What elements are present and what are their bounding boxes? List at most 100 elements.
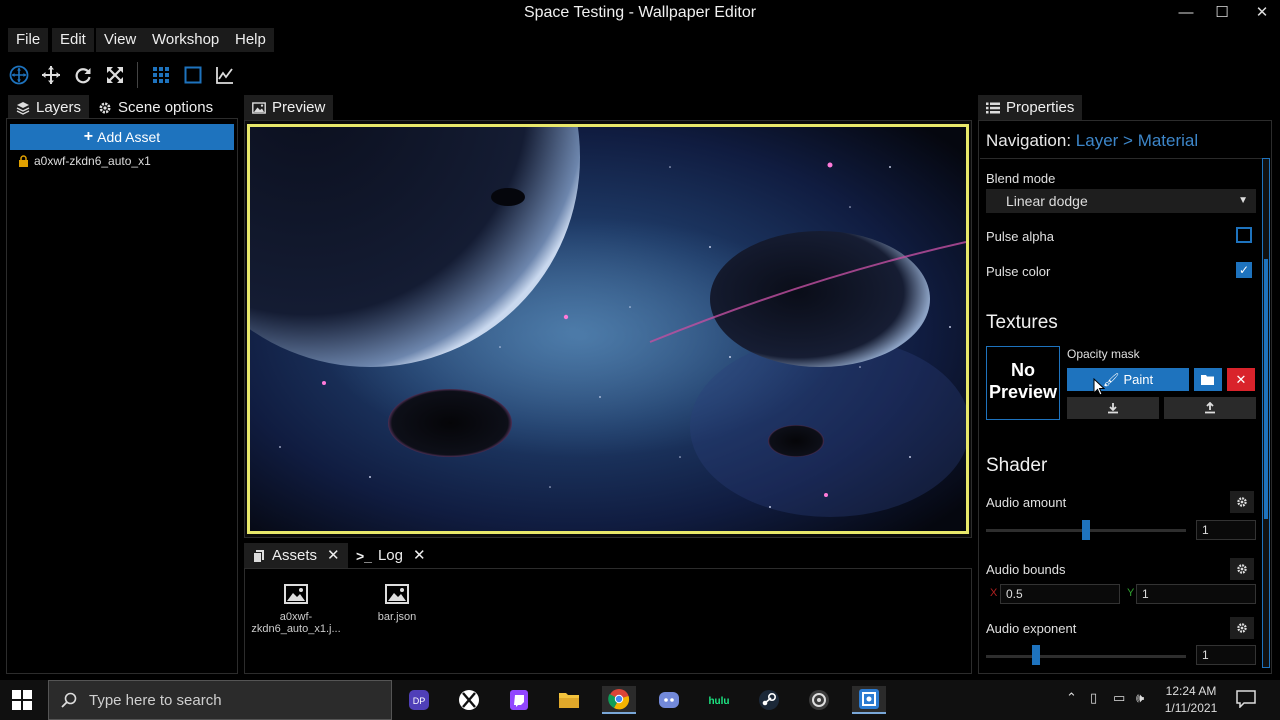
taskbar-app-discord[interactable]: [652, 686, 686, 714]
menu-edit[interactable]: Edit: [52, 28, 94, 52]
window-title: Space Testing - Wallpaper Editor: [523, 4, 757, 21]
blend-mode-value: Linear dodge: [1006, 193, 1088, 209]
taskbar-app-game[interactable]: [802, 686, 836, 714]
bounds-toggle-button[interactable]: [180, 62, 206, 88]
pulse-color-checkbox[interactable]: ✓: [1236, 262, 1252, 278]
grid-toggle-button[interactable]: [148, 62, 174, 88]
rotate-tool-button[interactable]: [70, 62, 96, 88]
properties-scrollbar[interactable]: [1262, 158, 1270, 668]
export-texture-button[interactable]: [1164, 397, 1256, 419]
folder-icon: [559, 693, 579, 708]
open-texture-button[interactable]: [1194, 368, 1222, 391]
add-asset-button[interactable]: + Add Asset: [10, 124, 234, 150]
paint-button[interactable]: 🖌 Paint: [1067, 368, 1189, 391]
gear-icon: [1237, 623, 1247, 633]
scrollbar-thumb[interactable]: [1264, 259, 1268, 519]
windows-start-button[interactable]: [12, 690, 32, 713]
taskbar-app-twitch[interactable]: [502, 686, 536, 714]
tab-properties[interactable]: Properties: [978, 95, 1083, 121]
title-bar: Space Testing - Wallpaper Editor — ☐ ✕: [0, 0, 1280, 26]
texture-preview[interactable]: No Preview: [986, 346, 1060, 420]
menu-help[interactable]: Help: [227, 28, 274, 52]
battery-icon[interactable]: ▯: [1090, 690, 1097, 706]
y-axis-label: Y: [1127, 587, 1135, 599]
menu-view[interactable]: View: [96, 28, 145, 52]
menu-bar: File Edit View Workshop Help: [0, 26, 1280, 54]
check-icon: ✓: [1238, 263, 1250, 277]
svg-text:hulu: hulu: [708, 696, 729, 707]
paint-label: Paint: [1123, 372, 1154, 387]
audio-bounds-y-input[interactable]: 1: [1136, 584, 1256, 604]
audio-bounds-x-input[interactable]: 0.5: [1000, 584, 1120, 604]
taskbar-app-dp[interactable]: DP: [402, 686, 436, 714]
audio-amount-settings-button[interactable]: [1230, 491, 1254, 513]
asset-item[interactable]: bar.json: [352, 584, 442, 623]
pulse-alpha-checkbox[interactable]: [1236, 227, 1252, 243]
taskbar-app-xbox[interactable]: [452, 686, 486, 714]
audio-exponent-input[interactable]: 1: [1196, 645, 1256, 665]
tab-preview[interactable]: Preview: [244, 95, 334, 121]
grid-icon: [153, 67, 169, 83]
maximize-button[interactable]: ☐: [1202, 0, 1242, 26]
performance-button[interactable]: [212, 62, 238, 88]
notifications-button[interactable]: [1236, 690, 1256, 711]
notification-icon: [1236, 690, 1256, 709]
preview-canvas[interactable]: [247, 124, 969, 534]
taskbar: Type here to search DP hulu ⌃ ▯ ▭ 🕪 12:2…: [0, 680, 1280, 720]
taskbar-app-wallpaper-engine[interactable]: [852, 686, 886, 714]
minimize-button[interactable]: —: [1166, 0, 1206, 26]
navigation-breadcrumb: Navigation: Layer > Material: [986, 131, 1198, 151]
steam-icon: [759, 690, 779, 710]
pulse-alpha-label: Pulse alpha: [986, 229, 1054, 244]
menu-workshop[interactable]: Workshop: [144, 28, 228, 52]
audio-bounds-settings-button[interactable]: [1230, 558, 1254, 580]
layer-item[interactable]: a0xwf-zkdn6_auto_x1: [18, 152, 151, 170]
close-log-tab-icon[interactable]: ✕: [413, 543, 426, 569]
network-icon[interactable]: ▭: [1113, 690, 1125, 706]
taskbar-app-chrome[interactable]: [602, 686, 636, 714]
close-assets-tab-icon[interactable]: ✕: [327, 543, 340, 569]
game-app-icon: [809, 690, 829, 710]
pulse-color-label: Pulse color: [986, 264, 1051, 279]
image-icon: [252, 102, 266, 114]
show-hidden-icons-chevron-icon[interactable]: ⌃: [1066, 690, 1077, 706]
no-preview-line2: Preview: [988, 382, 1058, 402]
navigation-path[interactable]: Layer > Material: [1076, 131, 1198, 150]
search-icon: [61, 692, 77, 708]
close-button[interactable]: ✕: [1242, 0, 1280, 26]
audio-exponent-track[interactable]: [986, 655, 1186, 658]
discord-icon: [659, 692, 679, 708]
audio-exponent-settings-button[interactable]: [1230, 617, 1254, 639]
taskbar-app-hulu[interactable]: hulu: [702, 686, 736, 714]
taskbar-app-explorer[interactable]: [552, 686, 586, 714]
svg-text:DP: DP: [413, 696, 426, 706]
taskbar-search-box[interactable]: Type here to search: [48, 680, 392, 720]
system-clock[interactable]: 12:24 AM 1/11/2021: [1158, 683, 1224, 717]
tab-assets[interactable]: Assets ✕: [244, 543, 348, 569]
audio-amount-slider-thumb[interactable]: [1082, 520, 1090, 540]
copy-icon: [253, 550, 264, 563]
import-texture-button[interactable]: [1067, 397, 1159, 419]
chrome-icon: [608, 689, 630, 710]
hulu-icon: hulu: [708, 696, 729, 707]
shader-section-title: Shader: [986, 455, 1048, 476]
taskbar-app-steam[interactable]: [752, 686, 786, 714]
close-icon: ✕: [1235, 371, 1247, 387]
tab-log[interactable]: >_ Log ✕: [348, 543, 434, 569]
rotate-icon: [75, 68, 91, 84]
select-tool-button[interactable]: [6, 62, 32, 88]
remove-texture-button[interactable]: ✕: [1227, 368, 1255, 391]
move-icon: [42, 66, 60, 84]
scale-tool-button[interactable]: [102, 62, 128, 88]
volume-icon[interactable]: 🕪: [1136, 690, 1144, 706]
layers-panel: [6, 118, 238, 674]
tab-log-label: Log: [377, 547, 403, 564]
audio-exponent-slider-thumb[interactable]: [1032, 645, 1040, 665]
space-wallpaper-image: [250, 127, 966, 531]
menu-file[interactable]: File: [8, 28, 49, 52]
x-axis-label: X: [990, 587, 998, 599]
audio-amount-input[interactable]: 1: [1196, 520, 1256, 540]
move-tool-button[interactable]: [38, 62, 64, 88]
asset-item[interactable]: a0xwf- zkdn6_auto_x1.j...: [251, 584, 341, 635]
blend-mode-select[interactable]: Linear dodge ▼: [986, 189, 1256, 213]
